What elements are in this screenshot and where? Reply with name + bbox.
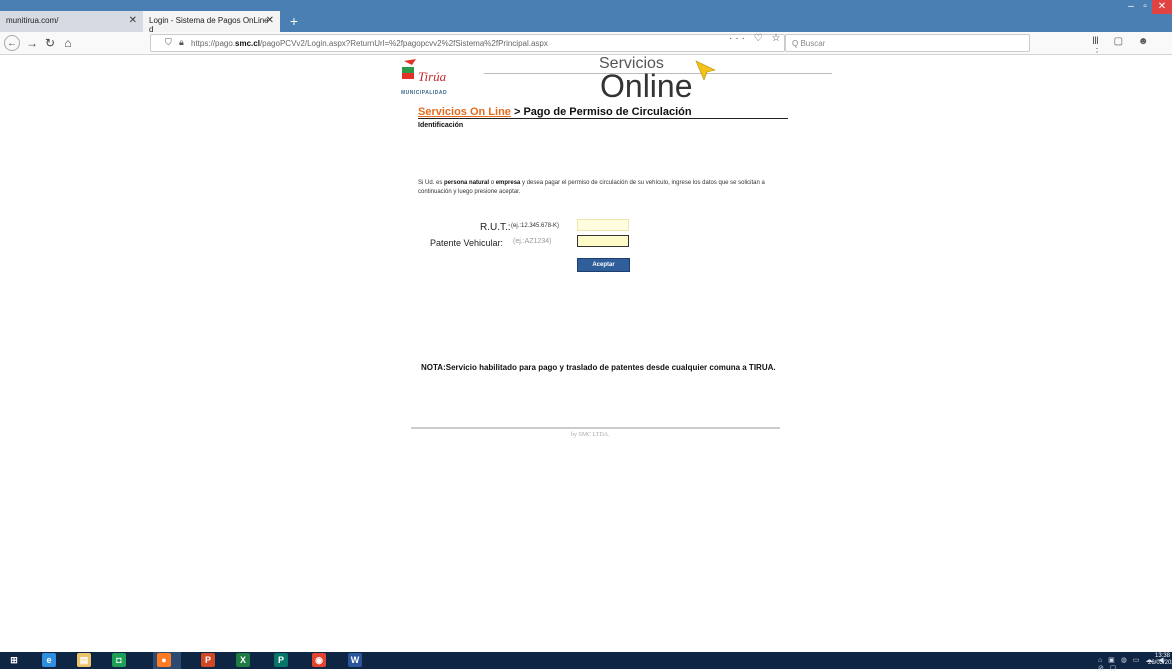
excel-icon[interactable]: X — [236, 653, 250, 667]
back-arrow-icon[interactable]: ← — [4, 35, 20, 51]
intro-text: Si Ud. es persona natural o empresa y de… — [418, 179, 798, 197]
search-input[interactable]: Q Buscar — [785, 34, 1030, 52]
patente-label: Patente Vehicular: — [430, 238, 504, 248]
intro-part: o — [489, 180, 496, 186]
logo-name: Tirúa — [418, 69, 447, 84]
rut-label: R.U.T.: — [480, 222, 511, 233]
forward-arrow-icon[interactable]: → — [24, 35, 40, 51]
tab-munitirua[interactable]: munitirua.com/ ✕ — [0, 11, 143, 32]
url-prefix: https://pago. — [191, 39, 236, 48]
maximize-icon[interactable]: ▫ — [1138, 0, 1152, 14]
publisher-icon[interactable]: P — [274, 653, 288, 667]
clock-date: 26/03/202 — [1148, 660, 1172, 666]
taskbar: ⊞ e ▤ ◘ ● P X P ◉ W ⌂ ▣ ◍ ▭ ☁ ◀ ⊘ ▢ 13:38 26/03/2… — [0, 652, 1172, 672]
url-domain: smc.cl — [235, 39, 260, 48]
intro-bold: persona natural — [444, 180, 490, 186]
chrome-icon[interactable]: ◉ — [312, 653, 326, 667]
url-path: /pagoPCVv2/Login.aspx?ReturnUrl=%2fpagop… — [259, 39, 548, 48]
logo-subtitle: MUNICIPALIDAD — [401, 90, 448, 96]
section-title: Identificación — [418, 122, 464, 129]
new-tab-button[interactable]: + — [285, 11, 303, 32]
page-actions[interactable]: ··· ♡ ☆ — [729, 33, 783, 44]
breadcrumb: Servicios On Line > Pago de Permiso de C… — [418, 106, 692, 118]
close-icon[interactable]: ✕ — [129, 15, 137, 26]
clock[interactable]: 13:38 26/03/202 — [1148, 653, 1172, 667]
breadcrumb-divider — [418, 118, 788, 119]
footer-text: by SMC LTDA. — [571, 432, 610, 438]
powerpoint-icon[interactable]: P — [201, 653, 215, 667]
close-icon[interactable]: ✕ — [266, 15, 274, 26]
breadcrumb-current: > Pago de Permiso de Circulación — [510, 106, 692, 118]
navigation-bar: ← → ↻ ⌂ ⛉ 🔒︎ https://pago.smc.cl/pagoPCV… — [0, 32, 1172, 58]
home-icon[interactable]: ⌂ — [60, 35, 76, 51]
rut-input[interactable] — [577, 219, 629, 231]
store-icon[interactable]: ◘ — [112, 653, 126, 667]
header-online: Online — [600, 68, 693, 104]
url-bar[interactable]: ⛉ 🔒︎ https://pago.smc.cl/pagoPCVv2/Login… — [150, 34, 785, 52]
windows-start-icon[interactable]: ⊞ — [7, 653, 21, 667]
reload-icon[interactable]: ↻ — [42, 35, 58, 51]
aceptar-button[interactable]: Aceptar — [577, 258, 630, 272]
pointer-arrow-icon — [695, 60, 716, 81]
patente-input[interactable] — [577, 235, 629, 247]
intro-bold: empresa — [495, 180, 521, 186]
servicios-online-link[interactable]: Servicios On Line — [418, 106, 511, 118]
rut-example: (ej.:12.345.678-K) — [511, 223, 560, 229]
file-explorer-icon[interactable]: ▤ — [77, 653, 91, 667]
intro-part: Si Ud. es — [418, 180, 445, 186]
nota-text: NOTA:Servicio habilitado para pago y tra… — [421, 363, 776, 372]
footer-divider — [411, 427, 780, 429]
lock-icon: 🔒︎ — [179, 37, 184, 47]
internet-explorer-icon[interactable]: e — [42, 653, 56, 667]
word-icon[interactable]: W — [348, 653, 362, 667]
tab-label: munitirua.com/ — [6, 16, 59, 25]
tab-login[interactable]: Login - Sistema de Pagos OnLine d ✕ — [143, 11, 280, 34]
shield-icon[interactable]: ⛉ — [165, 37, 172, 48]
browser-tab-bar: munitirua.com/ ✕ Login - Sistema de Pago… — [0, 0, 1172, 34]
firefox-icon[interactable]: ● — [157, 653, 171, 667]
window-close-icon[interactable]: ✕ — [1152, 0, 1172, 14]
minimize-icon[interactable]: – — [1124, 0, 1138, 14]
patente-example: (ej.:AZ1234) — [513, 238, 552, 245]
page-content: Tirúa MUNICIPALIDAD Servicios Online Ser… — [0, 55, 1172, 652]
clock-time: 13:38 — [1154, 653, 1170, 659]
